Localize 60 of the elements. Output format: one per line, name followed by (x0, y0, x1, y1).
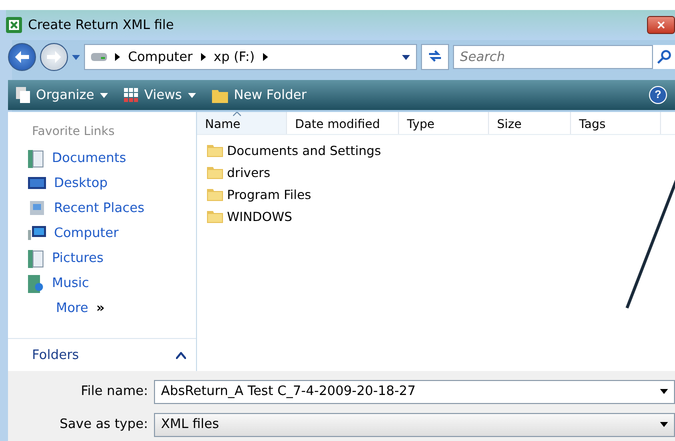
sidebar-link[interactable]: Pictures (8, 246, 196, 271)
chevron-icon (262, 53, 268, 61)
file-name[interactable]: Program Files (227, 186, 312, 202)
folder-icon (207, 165, 223, 179)
recent-places-icon (28, 200, 46, 216)
document-icon (28, 250, 44, 268)
file-name[interactable]: drivers (227, 164, 270, 180)
chevron-icon (115, 53, 120, 61)
refresh-button[interactable] (421, 44, 449, 70)
breadcrumb[interactable]: xp (F:) (214, 50, 255, 64)
desktop-icon (28, 176, 46, 190)
close-button[interactable]: ✕ (647, 16, 675, 34)
sort-icon (233, 112, 241, 116)
file-name[interactable]: WINDOWS (227, 208, 292, 224)
sidebar-link[interactable]: Desktop (8, 171, 196, 196)
folder-icon (212, 87, 228, 103)
save-type-dropdown[interactable]: XML files (154, 412, 675, 436)
drive-icon (91, 53, 107, 61)
back-button[interactable] (8, 43, 36, 71)
back-arrow-icon (15, 51, 29, 63)
forward-button[interactable] (40, 43, 68, 71)
document-icon (28, 150, 44, 168)
history-caret-icon[interactable] (72, 54, 80, 60)
spreadsheet-icon (6, 17, 22, 33)
toolbar-button[interactable]: Organize (16, 87, 108, 103)
search-icon[interactable] (657, 50, 671, 64)
dropdown-caret-icon[interactable] (402, 54, 410, 60)
help-button[interactable]: ? (649, 86, 667, 104)
address-bar[interactable]: Computer xp (F:) (84, 44, 417, 70)
caret-icon (188, 92, 196, 98)
breadcrumb[interactable]: Computer (128, 50, 193, 64)
sidebar-link[interactable]: Recent Places (8, 196, 196, 221)
grid-icon (124, 88, 138, 102)
pages-icon (16, 87, 30, 103)
column-header[interactable]: Name (197, 112, 287, 134)
refresh-icon (428, 50, 442, 62)
folders-label: Folders (32, 348, 79, 362)
toolbar-button[interactable]: New Folder (212, 87, 307, 103)
sidebar-heading: Favorite Links (32, 124, 116, 138)
chevron-icon (200, 53, 206, 61)
computer-icon (28, 226, 46, 242)
sidebar-link[interactable]: Music (8, 271, 196, 296)
folder-icon (207, 187, 223, 201)
music-icon (28, 274, 44, 292)
file-name-field[interactable]: AbsReturn_A Test C_7-4-2009-20-18-27 (154, 380, 675, 404)
toolbar-button[interactable]: Views (124, 88, 196, 102)
forward-arrow-icon (47, 51, 61, 63)
caret-icon (660, 422, 668, 427)
window-title: Create Return XML file (28, 18, 175, 32)
sidebar-link[interactable]: Computer (8, 221, 196, 246)
caret-icon (660, 389, 668, 394)
file-name[interactable]: Documents and Settings (227, 142, 382, 158)
search-field[interactable]: Search (453, 45, 653, 69)
folder-icon (207, 143, 223, 157)
file-name-label: File name: (80, 384, 149, 399)
more-link[interactable]: More » (8, 296, 196, 321)
sidebar-link[interactable]: Documents (8, 146, 196, 171)
save-type-label: Save as type: (58, 417, 149, 432)
caret-icon (100, 92, 108, 98)
folder-icon (207, 209, 223, 223)
